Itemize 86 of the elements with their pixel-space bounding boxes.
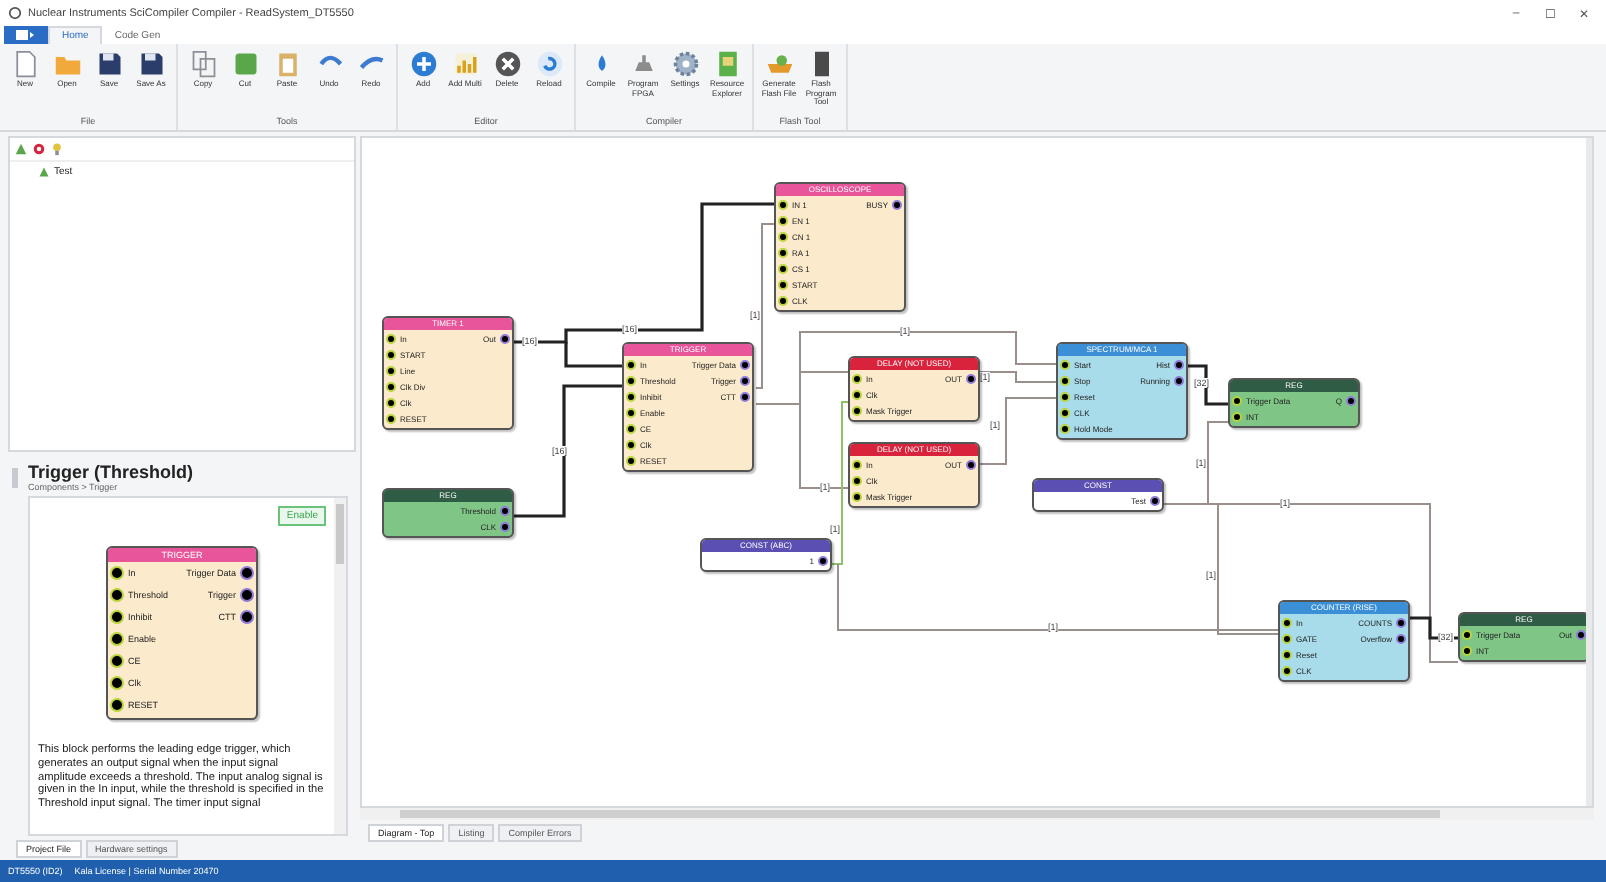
input-pin[interactable] — [626, 407, 636, 417]
wire — [508, 384, 622, 518]
input-pin[interactable] — [1232, 395, 1242, 405]
output-pin[interactable] — [500, 521, 510, 531]
input-pin[interactable] — [852, 405, 862, 415]
input-pin[interactable] — [1232, 411, 1242, 421]
output-pin[interactable] — [1396, 633, 1406, 643]
output-pin[interactable] — [240, 610, 254, 624]
output-pin[interactable] — [1396, 617, 1406, 627]
output-pin[interactable] — [1346, 395, 1356, 405]
stop-icon[interactable] — [32, 142, 46, 156]
output-pin[interactable] — [740, 359, 750, 369]
input-pin[interactable] — [1282, 649, 1292, 659]
input-pin[interactable] — [1060, 375, 1070, 385]
output-pin[interactable] — [1174, 359, 1184, 369]
input-pin[interactable] — [852, 475, 862, 485]
clipboard-icon — [273, 50, 301, 78]
menu-icon — [16, 30, 36, 40]
scrollbar[interactable] — [334, 498, 346, 834]
scrollbar[interactable] — [360, 808, 1594, 820]
input-pin[interactable] — [110, 610, 124, 624]
input-pin[interactable] — [626, 423, 636, 433]
input-pin[interactable] — [110, 698, 124, 712]
tile-icon — [231, 50, 259, 78]
input-pin[interactable] — [626, 359, 636, 369]
input-pin[interactable] — [1060, 359, 1070, 369]
copy-icon — [189, 50, 217, 78]
input-pin[interactable] — [1282, 617, 1292, 627]
output-pin[interactable] — [1150, 495, 1160, 505]
input-pin[interactable] — [386, 365, 396, 375]
input-pin[interactable] — [1060, 391, 1070, 401]
panel-grip[interactable] — [12, 467, 18, 487]
input-pin[interactable] — [386, 397, 396, 407]
input-pin[interactable] — [1462, 629, 1472, 639]
output-pin[interactable] — [966, 459, 976, 469]
add-icon — [409, 50, 437, 78]
input-pin[interactable] — [778, 215, 788, 225]
input-pin[interactable] — [386, 349, 396, 359]
help-title: Trigger (Threshold) — [28, 462, 194, 482]
input-pin[interactable] — [778, 295, 788, 305]
input-pin[interactable] — [110, 654, 124, 668]
input-pin[interactable] — [386, 333, 396, 343]
wire — [1186, 364, 1228, 406]
input-pin[interactable] — [1282, 665, 1292, 675]
output-pin[interactable] — [500, 333, 510, 343]
reload-icon — [535, 50, 563, 78]
chart-icon — [451, 50, 479, 78]
input-pin[interactable] — [110, 566, 124, 580]
document-icon — [11, 50, 39, 78]
input-pin[interactable] — [110, 588, 124, 602]
input-pin[interactable] — [110, 632, 124, 646]
output-pin[interactable] — [818, 555, 828, 565]
input-pin[interactable] — [626, 375, 636, 385]
input-pin[interactable] — [778, 279, 788, 289]
output-pin[interactable] — [1174, 375, 1184, 385]
input-pin[interactable] — [1282, 633, 1292, 643]
output-pin[interactable] — [500, 505, 510, 515]
output-pin[interactable] — [240, 588, 254, 602]
input-pin[interactable] — [626, 391, 636, 401]
input-pin[interactable] — [626, 439, 636, 449]
input-pin[interactable] — [852, 373, 862, 383]
input-pin[interactable] — [778, 247, 788, 257]
input-pin[interactable] — [778, 263, 788, 273]
input-pin[interactable] — [778, 231, 788, 241]
input-pin[interactable] — [852, 491, 862, 501]
input-pin[interactable] — [386, 381, 396, 391]
settings-icon — [671, 50, 699, 78]
input-pin[interactable] — [1060, 407, 1070, 417]
bulb-icon[interactable] — [50, 142, 64, 156]
delete-icon — [493, 50, 521, 78]
input-pin[interactable] — [1462, 645, 1472, 655]
input-pin[interactable] — [386, 413, 396, 423]
output-pin[interactable] — [966, 373, 976, 383]
input-pin[interactable] — [778, 199, 788, 209]
input-pin[interactable] — [852, 389, 862, 399]
input-pin[interactable] — [852, 459, 862, 469]
output-pin[interactable] — [892, 199, 902, 209]
input-pin[interactable] — [1060, 423, 1070, 433]
input-pin[interactable] — [626, 455, 636, 465]
file-menu-button[interactable] — [4, 26, 48, 44]
app-icon — [8, 6, 22, 20]
output-pin[interactable] — [740, 375, 750, 385]
input-pin[interactable] — [110, 676, 124, 690]
book-icon — [713, 50, 741, 78]
output-pin[interactable] — [240, 566, 254, 580]
output-pin[interactable] — [740, 391, 750, 401]
